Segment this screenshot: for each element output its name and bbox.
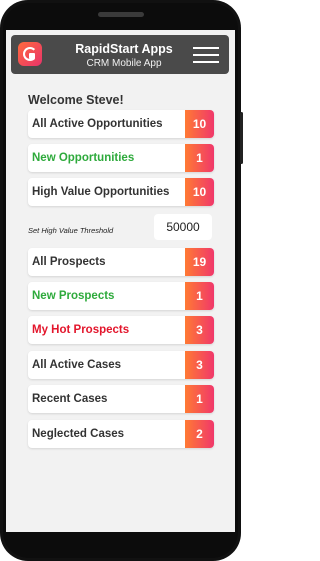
- hamburger-menu-icon[interactable]: [193, 47, 219, 63]
- list-item-label: New Prospects: [32, 290, 115, 302]
- list-item-recent-cases[interactable]: Recent Cases 1: [28, 385, 214, 413]
- threshold-label: Set High Value Threshold: [28, 226, 114, 235]
- count-badge: 19: [185, 248, 214, 276]
- count-badge: 1: [185, 144, 214, 172]
- count-badge: 3: [185, 316, 214, 344]
- list-item-label: Neglected Cases: [32, 428, 125, 440]
- list-item-label: New Opportunities: [32, 152, 135, 164]
- count-badge: 3: [185, 351, 214, 379]
- app-screen: RapidStart Apps CRM Mobile App Welcome S…: [6, 30, 235, 532]
- list-item-all-prospects[interactable]: All Prospects 19: [28, 248, 214, 276]
- phone-speaker: [97, 12, 144, 17]
- app-subtitle: CRM Mobile App: [86, 58, 162, 69]
- threshold-input[interactable]: [154, 214, 212, 240]
- phone-frame: RapidStart Apps CRM Mobile App Welcome S…: [0, 0, 243, 561]
- list-item-new-prospects[interactable]: New Prospects 1: [28, 282, 214, 310]
- phone-side-button: [240, 112, 243, 164]
- count-badge: 1: [185, 282, 214, 310]
- list-item-high-value-opportunities[interactable]: High Value Opportunities 10: [28, 178, 214, 206]
- list-item-label: My Hot Prospects: [32, 324, 130, 336]
- list-item-label: All Prospects: [32, 256, 106, 268]
- rapidstart-logo-icon: [18, 42, 42, 66]
- list-item-label: All Active Cases: [32, 359, 122, 371]
- list-item-my-hot-prospects[interactable]: My Hot Prospects 3: [28, 316, 214, 344]
- list-item-neglected-cases[interactable]: Neglected Cases 2: [28, 420, 214, 448]
- app-title: RapidStart Apps: [75, 42, 173, 56]
- list-item-all-active-opportunities[interactable]: All Active Opportunities 10: [28, 110, 214, 138]
- app-header: RapidStart Apps CRM Mobile App: [11, 35, 229, 74]
- list-item-new-opportunities[interactable]: New Opportunities 1: [28, 144, 214, 172]
- welcome-message: Welcome Steve!: [28, 93, 124, 107]
- list-item-label: High Value Opportunities: [32, 186, 170, 198]
- count-badge: 10: [185, 110, 214, 138]
- count-badge: 1: [185, 385, 214, 413]
- list-item-label: Recent Cases: [32, 393, 108, 405]
- count-badge: 2: [185, 420, 214, 448]
- count-badge: 10: [185, 178, 214, 206]
- list-item-all-active-cases[interactable]: All Active Cases 3: [28, 351, 214, 379]
- list-item-label: All Active Opportunities: [32, 118, 163, 130]
